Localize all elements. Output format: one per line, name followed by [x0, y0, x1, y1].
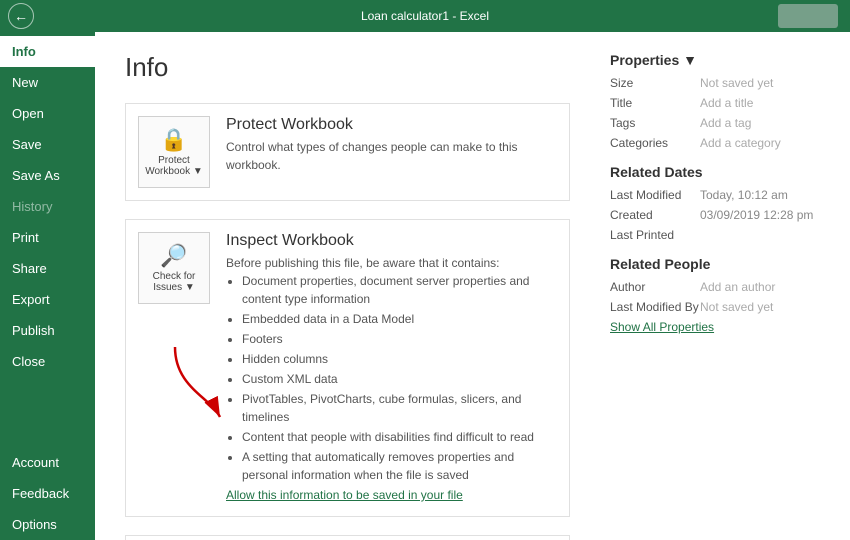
sidebar-bottom: Account Feedback Options [0, 447, 95, 540]
person-row: Last Modified ByNot saved yet [610, 300, 830, 314]
sidebar-item-open[interactable]: Open [0, 98, 95, 129]
sidebar-item-print[interactable]: Print [0, 222, 95, 253]
sidebar-item-save-as[interactable]: Save As [0, 160, 95, 191]
inspect-list-item: Custom XML data [242, 370, 557, 388]
date-label: Last Printed [610, 228, 700, 242]
property-label: Tags [610, 116, 700, 130]
inspect-list: Document properties, document server pro… [226, 272, 557, 484]
protect-workbook-section: 🔒 ProtectWorkbook ▼ Protect Workbook Con… [125, 103, 570, 201]
person-label: Author [610, 280, 700, 294]
inspect-workbook-icon-box[interactable]: 🔎 Check forIssues ▼ [138, 232, 210, 304]
date-row: Last Printed [610, 228, 830, 242]
sidebar: Info New Open Save Save As History Print… [0, 32, 95, 540]
lock-icon: 🔒 [160, 127, 187, 153]
inspect-list-item: A setting that automatically removes pro… [242, 448, 557, 484]
property-row: TagsAdd a tag [610, 116, 830, 130]
check-icon: 🔎 [160, 243, 187, 269]
back-button[interactable]: ← [8, 3, 34, 29]
sidebar-item-export[interactable]: Export [0, 284, 95, 315]
related-dates-title: Related Dates [610, 164, 830, 180]
property-value: Add a title [700, 96, 753, 110]
inspect-workbook-text: Inspect Workbook Before publishing this … [226, 232, 557, 504]
sidebar-spacer [0, 377, 95, 447]
left-content: Info 🔒 ProtectWorkbook ▼ Protect Workboo… [95, 32, 590, 540]
protect-workbook-icon-label: ProtectWorkbook ▼ [145, 155, 203, 177]
property-value: Not saved yet [700, 76, 773, 90]
related-people-rows: AuthorAdd an authorLast Modified ByNot s… [610, 280, 830, 314]
property-row: CategoriesAdd a category [610, 136, 830, 150]
properties-panel: Properties ▼ SizeNot saved yetTitleAdd a… [610, 32, 850, 540]
window-title: Loan calculator1 - Excel [361, 9, 489, 23]
protect-workbook-desc: Control what types of changes people can… [226, 138, 557, 174]
inspect-workbook-title: Inspect Workbook [226, 232, 557, 250]
person-value: Not saved yet [700, 300, 773, 314]
avatar [778, 4, 838, 28]
sidebar-item-share[interactable]: Share [0, 253, 95, 284]
inspect-workbook-desc: Before publishing this file, be aware th… [226, 254, 557, 504]
sidebar-item-publish[interactable]: Publish [0, 315, 95, 346]
show-all-properties-link[interactable]: Show All Properties [610, 320, 830, 334]
property-value: Add a category [700, 136, 781, 150]
content-wrapper: Info 🔒 ProtectWorkbook ▼ Protect Workboo… [95, 32, 850, 540]
person-row: AuthorAdd an author [610, 280, 830, 294]
protect-workbook-title: Protect Workbook [226, 116, 557, 134]
inspect-list-item: PivotTables, PivotCharts, cube formulas,… [242, 390, 557, 426]
sidebar-item-info[interactable]: Info [0, 36, 95, 67]
date-row: Created03/09/2019 12:28 pm [610, 208, 830, 222]
person-label: Last Modified By [610, 300, 700, 314]
related-people-title: Related People [610, 256, 830, 272]
date-label: Created [610, 208, 700, 222]
sidebar-item-save[interactable]: Save [0, 129, 95, 160]
manage-workbook-section: 📁 ManageWorkbook ▼ Manage Workbook There… [125, 535, 570, 540]
sidebar-item-history[interactable]: History [0, 191, 95, 222]
page-title: Info [125, 52, 570, 83]
title-bar: ← Loan calculator1 - Excel [0, 0, 850, 32]
inspect-list-item: Document properties, document server pro… [242, 272, 557, 308]
property-row: TitleAdd a title [610, 96, 830, 110]
properties-title: Properties ▼ [610, 52, 830, 68]
date-row: Last ModifiedToday, 10:12 am [610, 188, 830, 202]
property-label: Categories [610, 136, 700, 150]
check-issues-icon-label: Check forIssues ▼ [153, 271, 196, 293]
date-label: Last Modified [610, 188, 700, 202]
allow-info-link[interactable]: Allow this information to be saved in yo… [226, 488, 463, 502]
main-layout: Info New Open Save Save As History Print… [0, 32, 850, 540]
related-dates-rows: Last ModifiedToday, 10:12 amCreated03/09… [610, 188, 830, 242]
sidebar-item-close[interactable]: Close [0, 346, 95, 377]
protect-workbook-text: Protect Workbook Control what types of c… [226, 116, 557, 174]
property-row: SizeNot saved yet [610, 76, 830, 90]
date-value: 03/09/2019 12:28 pm [700, 208, 813, 222]
inspect-list-item: Content that people with disabilities fi… [242, 428, 557, 446]
inspect-list-item: Hidden columns [242, 350, 557, 368]
sidebar-item-new[interactable]: New [0, 67, 95, 98]
property-value: Add a tag [700, 116, 751, 130]
inspect-list-item: Footers [242, 330, 557, 348]
protect-workbook-icon-box[interactable]: 🔒 ProtectWorkbook ▼ [138, 116, 210, 188]
property-label: Size [610, 76, 700, 90]
date-value: Today, 10:12 am [700, 188, 788, 202]
property-label: Title [610, 96, 700, 110]
person-value: Add an author [700, 280, 775, 294]
inspect-list-item: Embedded data in a Data Model [242, 310, 557, 328]
sidebar-item-account[interactable]: Account [0, 447, 95, 478]
inspect-workbook-section: 🔎 Check forIssues ▼ Inspect Workbook Bef… [125, 219, 570, 517]
properties-rows: SizeNot saved yetTitleAdd a titleTagsAdd… [610, 76, 830, 150]
sidebar-item-feedback[interactable]: Feedback [0, 478, 95, 509]
sidebar-item-options[interactable]: Options [0, 509, 95, 540]
